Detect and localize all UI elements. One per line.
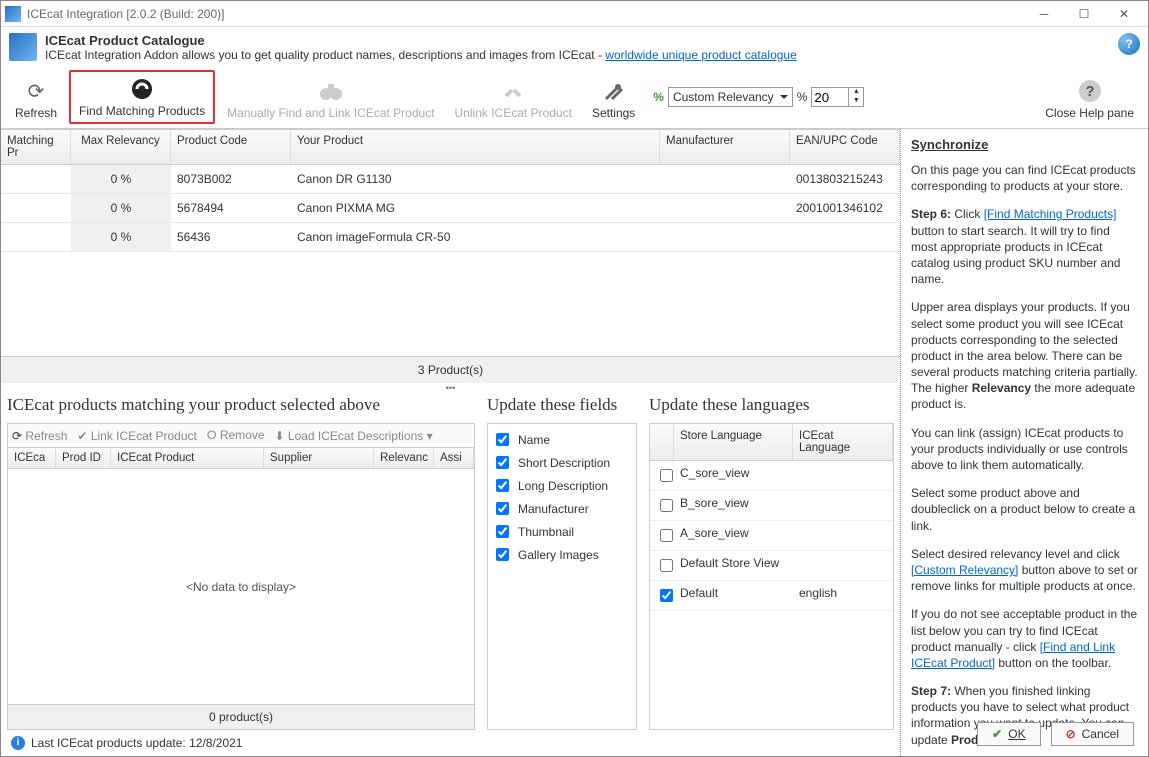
products-grid-footer: 3 Product(s) [1, 356, 900, 383]
table-row[interactable]: 0 %5678494Canon PIXMA MG2001001346102 [1, 194, 900, 223]
language-row: B_sore_view [650, 491, 893, 521]
percent-label: % [797, 90, 808, 104]
close-button[interactable]: ✕ [1104, 2, 1144, 26]
update-fields-title: Update these fields [487, 395, 637, 415]
field-checkbox-row: Long Description [492, 474, 632, 497]
status-text: Last ICEcat products update: 12/8/2021 [31, 736, 242, 750]
catalogue-link[interactable]: worldwide unique product catalogue [605, 48, 796, 62]
close-help-pane-button[interactable]: ? Close Help pane [1037, 70, 1142, 124]
language-row: Defaultenglish [650, 581, 893, 611]
field-checkbox[interactable] [496, 433, 509, 446]
unlink-icon [500, 78, 526, 104]
app-icon [5, 6, 21, 22]
settings-icon [601, 78, 627, 104]
help-pane: Synchronize On this page you can find IC… [900, 129, 1148, 756]
table-row[interactable]: 0 %8073B002Canon DR G11300013803215243 [1, 165, 900, 194]
info-icon: i [11, 736, 25, 750]
ok-button[interactable]: ✔OK [977, 722, 1040, 746]
refresh-icon: ⟳ [23, 78, 49, 104]
help-link-find-matching[interactable]: [Find Matching Products] [984, 207, 1117, 221]
languages-grid: Store Language ICEcat Language C_sore_vi… [649, 423, 894, 730]
cancel-button[interactable]: ⊘Cancel [1051, 722, 1134, 746]
col-ean-upc[interactable]: EAN/UPC Code [790, 130, 900, 164]
binoculars-icon [318, 78, 344, 104]
matches-grid[interactable]: ICEca Prod ID ICEcat Product Supplier Re… [7, 447, 475, 730]
field-checkbox[interactable] [496, 548, 509, 561]
page-subtitle: ICEcat Integration Addon allows you to g… [45, 48, 797, 62]
spinner-up[interactable]: ▲ [849, 88, 863, 97]
field-checkbox[interactable] [496, 456, 509, 469]
field-checkbox[interactable] [496, 479, 509, 492]
col-manufacturer[interactable]: Manufacturer [660, 130, 790, 164]
relevancy-percent-icon: % [653, 90, 664, 104]
refresh-button[interactable]: ⟳ Refresh [7, 70, 65, 124]
field-checkbox-row: Short Description [492, 451, 632, 474]
help-link-custom-relevancy[interactable]: [Custom Relevancy] [911, 563, 1018, 577]
custom-relevancy-dropdown[interactable]: Custom Relevancy [668, 87, 793, 107]
language-row: Default Store View [650, 551, 893, 581]
field-checkbox-row: Thumbnail [492, 520, 632, 543]
matches-grid-footer: 0 product(s) [8, 704, 474, 729]
update-languages-title: Update these languages [649, 395, 894, 415]
language-checkbox[interactable] [660, 499, 673, 512]
unlink-button[interactable]: Unlink ICEcat Product [447, 70, 580, 124]
field-checkbox[interactable] [496, 525, 509, 538]
find-matching-products-button[interactable]: Find Matching Products [69, 70, 215, 124]
spinner-down[interactable]: ▼ [849, 97, 863, 106]
field-checkbox-row: Name [492, 428, 632, 451]
help-icon[interactable]: ? [1118, 33, 1140, 55]
svg-text:?: ? [1085, 83, 1094, 100]
minimize-button[interactable]: ─ [1024, 2, 1064, 26]
language-checkbox[interactable] [660, 559, 673, 572]
products-grid[interactable]: Matching Pr Max Relevancy Product Code Y… [1, 129, 900, 383]
col-your-product[interactable]: Your Product [291, 130, 660, 164]
col-max-relevancy[interactable]: Max Relevancy [71, 130, 171, 164]
maximize-button[interactable]: ☐ [1064, 2, 1104, 26]
refresh-matches-button[interactable]: ⟳ Refresh [12, 429, 67, 443]
percent-input[interactable] [811, 87, 849, 107]
language-row: C_sore_view [650, 461, 893, 491]
language-checkbox[interactable] [660, 469, 673, 482]
window-title: ICEcat Integration [2.0.2 (Build: 200)] [27, 7, 1024, 21]
language-checkbox[interactable] [660, 529, 673, 542]
language-row: A_sore_view [650, 521, 893, 551]
field-checkbox[interactable] [496, 502, 509, 515]
catalogue-icon [9, 33, 37, 61]
link-product-button[interactable]: ✔ Link ICEcat Product [77, 429, 196, 443]
col-product-code[interactable]: Product Code [171, 130, 291, 164]
help-close-icon: ? [1077, 78, 1103, 104]
remove-link-button[interactable]: ⭘ Remove [207, 428, 265, 443]
field-checkbox-row: Gallery Images [492, 543, 632, 566]
page-title: ICEcat Product Catalogue [45, 33, 797, 48]
col-matching[interactable]: Matching Pr [1, 130, 71, 164]
no-data-text: <No data to display> [8, 469, 474, 704]
matching-section-title: ICEcat products matching your product se… [7, 395, 475, 415]
fields-checklist: NameShort DescriptionLong DescriptionMan… [487, 423, 637, 730]
load-descriptions-button[interactable]: ⬇ Load ICEcat Descriptions ▾ [275, 429, 433, 443]
field-checkbox-row: Manufacturer [492, 497, 632, 520]
language-checkbox[interactable] [660, 589, 673, 602]
manual-find-link-button[interactable]: Manually Find and Link ICEcat Product [219, 70, 442, 124]
settings-button[interactable]: Settings [584, 70, 643, 124]
help-title: Synchronize [911, 137, 1138, 152]
find-matching-icon [129, 76, 155, 102]
table-row[interactable]: 0 %56436Canon imageFormula CR-50 [1, 223, 900, 252]
